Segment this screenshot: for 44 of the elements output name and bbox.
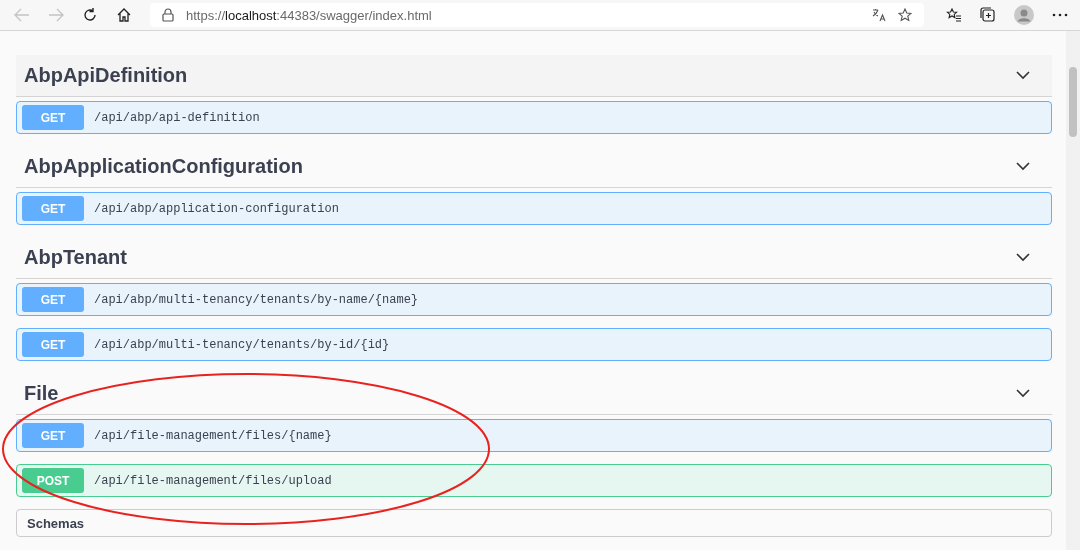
operation-path: /api/abp/multi-tenancy/tenants/by-id/{id} [94,337,390,352]
section-header[interactable]: AbpTenant [16,237,1052,279]
section-header[interactable]: AbpApiDefinition [16,55,1052,97]
star-icon[interactable] [898,8,912,22]
operation-path: /api/abp/multi-tenancy/tenants/by-name/{name} [94,292,419,307]
section-title: AbpTenant [24,246,127,269]
section-title: File [24,382,59,405]
section-header[interactable]: File [16,373,1052,415]
translate-icon[interactable] [872,8,886,22]
section-title: AbpApplicationConfiguration [24,155,303,178]
chevron-icon[interactable] [1016,71,1030,80]
operation-path: /api/file-management/files/upload [94,473,332,488]
schemas-title: Schemas [27,516,85,531]
operation-path: /api/file-management/files/{name} [94,428,332,443]
operation-row[interactable]: GET /api/abp/multi-tenancy/tenants/by-id/{id} [16,328,1052,361]
chevron-icon[interactable] [1016,162,1030,171]
scrollbar-thumb[interactable] [1069,67,1077,137]
schemas-panel[interactable]: Schemas [16,509,1052,537]
method-badge: GET [22,287,84,312]
operation-row[interactable]: GET /api/abp/application-configuration [16,192,1052,225]
operation-row[interactable]: GET /api/abp/multi-tenancy/tenants/by-name/{name} [16,283,1052,316]
more-icon[interactable] [1052,13,1068,17]
method-badge: GET [22,423,84,448]
operation-row[interactable]: GET /api/abp/api-definition [16,101,1052,134]
chevron-icon[interactable] [1016,253,1030,262]
operation-path: /api/abp/api-definition [94,110,260,125]
collections-icon[interactable] [980,7,996,23]
scrollbar[interactable] [1066,31,1080,550]
method-badge: GET [22,332,84,357]
address-bar[interactable]: https://localhost:44383/swagger/index.html [150,3,924,27]
lock-icon[interactable] [162,8,174,22]
refresh-icon[interactable] [82,7,98,23]
url-text: https://localhost:44383/swagger/index.html [186,7,432,23]
profile-avatar-icon[interactable] [1014,5,1034,25]
section-header[interactable]: AbpApplicationConfiguration [16,146,1052,188]
operation-path: /api/abp/application-configuration [94,201,339,216]
home-icon[interactable] [116,7,132,23]
operation-row[interactable]: GET /api/file-management/files/{name} [16,419,1052,452]
chevron-icon[interactable] [1016,389,1030,398]
section-title: AbpApiDefinition [24,64,188,87]
method-badge: POST [22,468,84,493]
favorites-icon[interactable] [946,8,962,22]
method-badge: GET [22,196,84,221]
method-badge: GET [22,105,84,130]
